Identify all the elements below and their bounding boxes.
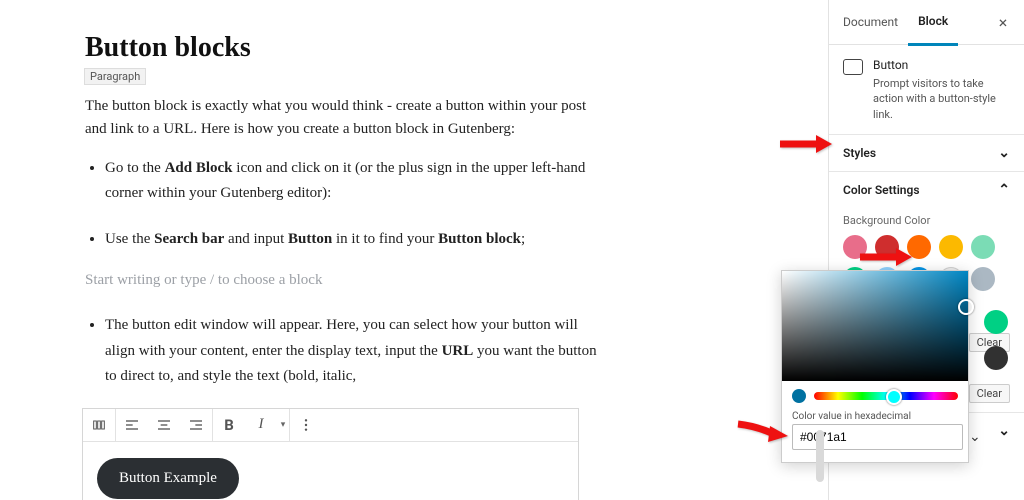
expand-picker-icon[interactable]: ⌄ <box>969 429 981 445</box>
annotation-arrow <box>778 132 834 156</box>
color-swatch[interactable] <box>971 235 995 259</box>
chevron-down-icon: ⌄ <box>998 423 1010 439</box>
button-block-icon <box>843 59 863 75</box>
editor-canvas: Button blocks Paragraph The button block… <box>85 32 605 500</box>
scrollbar[interactable] <box>816 430 824 482</box>
list-item[interactable]: Go to the Add Block icon and click on it… <box>105 156 605 207</box>
tab-block[interactable]: Block <box>908 0 958 46</box>
empty-block-placeholder[interactable]: Start writing or type / to choose a bloc… <box>85 272 605 289</box>
color-swatch[interactable] <box>984 310 1008 334</box>
hue-slider[interactable] <box>814 392 958 400</box>
color-swatch[interactable] <box>843 235 867 259</box>
tab-document[interactable]: Document <box>833 0 908 44</box>
chevron-down-icon: ⌄ <box>998 145 1010 161</box>
intro-paragraph[interactable]: The button block is exactly what you wou… <box>85 95 605 142</box>
saturation-field[interactable] <box>782 271 968 381</box>
panel-color-settings[interactable]: Color Settings ⌃ <box>829 171 1024 208</box>
block-toolbar: B I ▾ <box>83 409 578 442</box>
bold-icon[interactable]: B <box>213 409 245 441</box>
saturation-handle[interactable] <box>958 299 974 315</box>
block-description: Button Prompt visitors to take action wi… <box>829 45 1024 134</box>
button-block-selected[interactable]: B I ▾ Button Example ↵ <box>82 408 579 500</box>
hue-handle[interactable] <box>886 389 902 405</box>
more-options-icon[interactable] <box>290 409 322 441</box>
clear-button-2[interactable]: Clear <box>969 384 1010 403</box>
color-swatch[interactable] <box>875 235 899 259</box>
block-mover-icon[interactable] <box>83 409 115 441</box>
align-left-icon[interactable] <box>116 409 148 441</box>
block-type-label: Paragraph <box>84 68 146 85</box>
color-picker-popover: Color value in hexadecimal ⌄ <box>781 270 969 463</box>
color-swatch[interactable] <box>939 235 963 259</box>
page-title: Button blocks <box>85 32 605 64</box>
block-summary: Prompt visitors to take action with a bu… <box>873 76 1010 122</box>
background-color-label: Background Color <box>843 214 1010 227</box>
list-item[interactable]: Use the Search bar and input Button in i… <box>105 227 605 253</box>
panel-styles[interactable]: Styles ⌄ <box>829 134 1024 171</box>
color-swatch[interactable] <box>971 267 995 291</box>
steps-list-1[interactable]: Go to the Add Block icon and click on it… <box>105 156 605 253</box>
hex-label: Color value in hexadecimal <box>782 403 968 424</box>
more-rich-text-icon[interactable]: ▾ <box>277 420 289 430</box>
block-name: Button <box>873 57 1010 74</box>
chevron-up-icon: ⌃ <box>998 182 1010 198</box>
steps-list-2[interactable]: The button edit window will appear. Here… <box>105 313 605 390</box>
italic-icon[interactable]: I <box>245 409 277 441</box>
text-color-swatches-partial <box>984 310 1008 370</box>
button-preview[interactable]: Button Example <box>97 458 239 499</box>
color-swatch[interactable] <box>984 346 1008 370</box>
color-swatch[interactable] <box>907 235 931 259</box>
close-sidebar-icon[interactable]: × <box>986 13 1020 32</box>
list-item[interactable]: The button edit window will appear. Here… <box>105 313 605 390</box>
current-color-dot <box>792 389 806 403</box>
align-right-icon[interactable] <box>180 409 212 441</box>
align-center-icon[interactable] <box>148 409 180 441</box>
